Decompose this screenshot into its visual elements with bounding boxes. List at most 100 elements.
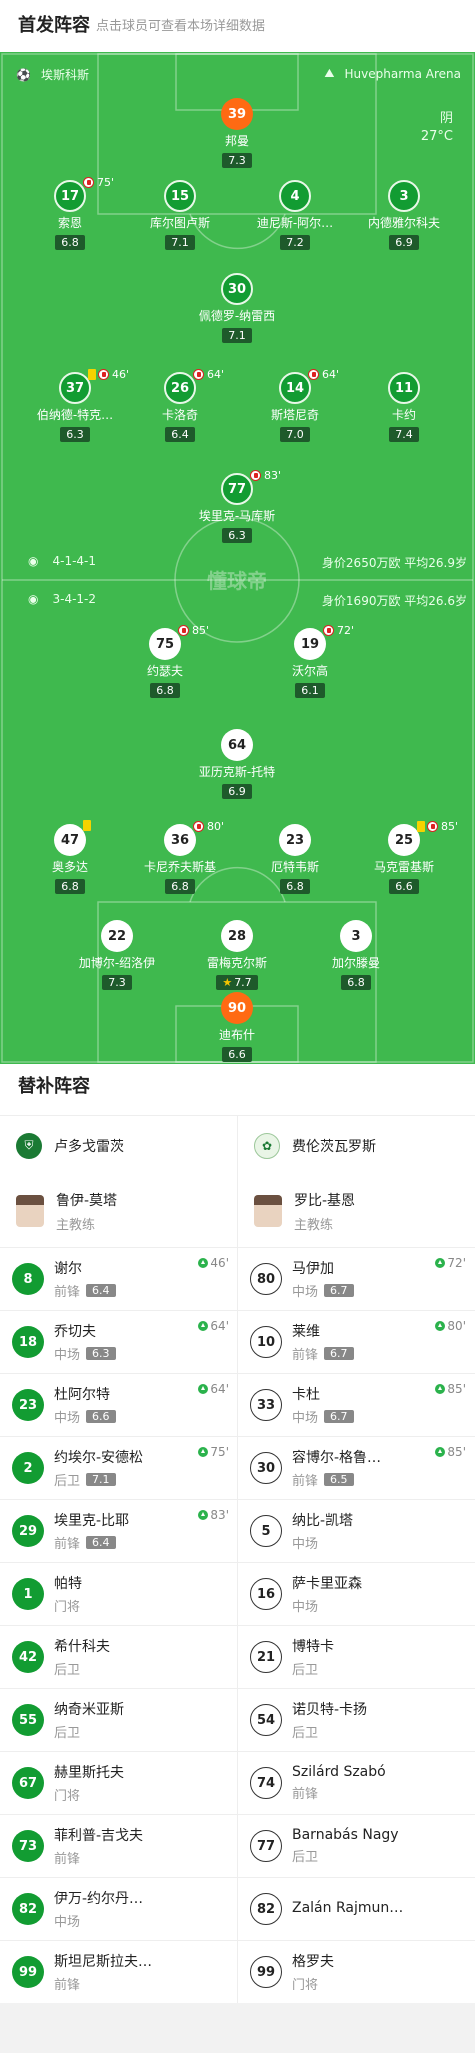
sub-rating: 6.5 — [324, 1473, 354, 1486]
home-player[interactable]: 4 迪尼斯-阿尔… 7.2 — [240, 180, 350, 250]
home-team-cell: ⛨ 卢多戈雷茨 — [0, 1116, 237, 1175]
home-player[interactable]: 3 内德雅尔科夫 6.9 — [349, 180, 459, 250]
sub-in-minute: 80' — [447, 1319, 466, 1333]
sub-in-icon — [198, 1447, 209, 1457]
away-player[interactable]: 28 雷梅克尔斯 ★ 7.7 — [182, 920, 292, 990]
away-sub-player[interactable]: 21 博特卡 后卫 — [237, 1626, 474, 1688]
home-sub-player[interactable]: 73 菲利普-吉戈夫 前锋 — [0, 1815, 237, 1877]
away-sub-player[interactable]: 30 容博尔-格鲁… 前锋 6.5 85' — [237, 1437, 474, 1499]
home-sub-player[interactable]: 23 杜阿尔特 中场 6.6 64' — [0, 1374, 237, 1436]
sub-position: 后卫 — [54, 1663, 81, 1678]
away-sub-player[interactable]: 10 莱维 前锋 6.7 80' — [237, 1311, 474, 1373]
home-formation: ◉ 4-1-4-1 — [28, 554, 97, 568]
substitution-icon — [98, 369, 109, 380]
away-crest-icon: ✿ — [254, 1132, 280, 1159]
player-rating: 7.3 — [222, 153, 252, 168]
player-number: 15 — [164, 180, 196, 212]
away-sub-player[interactable]: 82 Zalán Rajmun… — [237, 1878, 474, 1940]
player-event: 64' — [308, 368, 339, 381]
home-sub-player[interactable]: 2 约埃尔-安德松 后卫 7.1 75' — [0, 1437, 237, 1499]
sub-in-icon — [198, 1510, 209, 1520]
player-event: 80' — [193, 820, 224, 833]
sub-position: 门将 — [54, 1789, 81, 1804]
home-sub-player[interactable]: 55 纳奇米亚斯 后卫 — [0, 1689, 237, 1751]
home-player[interactable]: 77 83' 埃里克-马库斯 6.3 — [182, 469, 292, 543]
home-coach[interactable]: 鲁伊-莫塔 主教练 — [0, 1175, 237, 1247]
away-player[interactable]: 23 厄特韦斯 6.8 — [240, 824, 350, 894]
away-player[interactable]: 36 80' 卡尼乔夫斯基 6.8 — [125, 820, 235, 894]
home-sub-player[interactable]: 18 乔切夫 中场 6.3 64' — [0, 1311, 237, 1373]
away-sub-player[interactable]: 33 卡杜 中场 6.7 85' — [237, 1374, 474, 1436]
home-player[interactable]: 37 46' 伯纳德-特克… 6.3 — [20, 368, 130, 442]
away-sub-player[interactable]: 5 纳比-凯塔 中场 — [237, 1500, 474, 1562]
home-sub-player[interactable]: 99 斯坦尼斯拉夫… 前锋 — [0, 1941, 237, 2003]
home-sub-player[interactable]: 29 埃里克-比耶 前锋 6.4 83' — [0, 1500, 237, 1562]
home-sub-player[interactable]: 82 伊万-约尔丹… 中场 — [0, 1878, 237, 1940]
sub-position: 中场 — [292, 1285, 319, 1300]
away-coach[interactable]: 罗比-基恩 主教练 — [237, 1175, 474, 1247]
away-player[interactable]: 64 亚历克斯-托特 6.9 — [182, 729, 292, 799]
away-sub-player[interactable]: 77 Barnabás Nagy 后卫 — [237, 1815, 474, 1877]
player-rating: 7.4 — [389, 427, 419, 442]
player-name: 内德雅尔科夫 — [367, 216, 440, 230]
away-player[interactable]: 90 迪布什 6.6 — [182, 992, 292, 1062]
home-player[interactable]: 14 64' 斯塔尼奇 7.0 — [240, 368, 350, 442]
sub-name: 格罗夫 — [292, 1954, 334, 1970]
home-sub-player[interactable]: 1 帕特 门将 — [0, 1563, 237, 1625]
home-player[interactable]: 15 库尔图卢斯 7.1 — [125, 180, 235, 250]
home-sub-player[interactable]: 8 谢尔 前锋 6.4 46' — [0, 1248, 237, 1310]
player-name: 约瑟夫 — [146, 664, 183, 678]
sub-position: 后卫 — [54, 1726, 81, 1741]
player-rating: 6.8 — [55, 235, 85, 250]
sub-in-minute: 64' — [210, 1319, 229, 1333]
player-number: 75 — [149, 628, 181, 660]
sub-name: Zalán Rajmun… — [292, 1899, 404, 1916]
sub-in-indicator: 64' — [198, 1382, 229, 1396]
sub-name: Barnabás Nagy — [292, 1827, 399, 1843]
home-player[interactable]: 26 64' 卡洛奇 6.4 — [125, 368, 235, 442]
rating-value: 6.8 — [286, 880, 304, 893]
rating-value: 6.6 — [228, 1048, 246, 1061]
sub-in-minute: 64' — [210, 1382, 229, 1396]
star-icon: ★ — [222, 976, 233, 989]
away-sub-player[interactable]: 74 Szilárd Szabó 前锋 — [237, 1752, 474, 1814]
subs-panel: ⛨ 卢多戈雷茨 ✿ 费伦茨瓦罗斯 鲁伊-莫塔 主教练 罗比-基恩 主教练 8 谢尔… — [0, 1115, 475, 2003]
player-name: 马克雷基斯 — [373, 860, 434, 874]
away-sub-player[interactable]: 54 诺贝特-卡扬 后卫 — [237, 1689, 474, 1751]
home-player[interactable]: 39 邦曼 7.3 — [182, 98, 292, 168]
event-minute: 80' — [207, 820, 225, 833]
rating-value: 6.8 — [61, 880, 79, 893]
away-player[interactable]: 19 72' 沃尔高 6.1 — [255, 624, 365, 698]
home-player[interactable]: 11 卡约 7.4 — [349, 372, 459, 442]
player-name: 库尔图卢斯 — [149, 216, 210, 230]
home-crest-icon: ◉ — [28, 554, 39, 568]
away-player[interactable]: 22 加博尔-绍洛伊 7.3 — [62, 920, 172, 990]
away-sub-player[interactable]: 80 马伊加 中场 6.7 72' — [237, 1248, 474, 1310]
player-number: 28 — [221, 920, 253, 952]
substitution-icon — [308, 369, 319, 380]
home-player[interactable]: 30 佩德罗-纳雷西 7.1 — [182, 273, 292, 343]
player-name: 卡约 — [391, 408, 416, 422]
player-event: 46' — [88, 368, 129, 381]
coach-row: 鲁伊-莫塔 主教练 罗比-基恩 主教练 — [0, 1175, 475, 1247]
away-sub-player[interactable]: 16 萨卡里亚森 中场 — [237, 1563, 474, 1625]
sub-rating: 6.7 — [324, 1410, 354, 1423]
player-name: 迪尼斯-阿尔… — [256, 216, 334, 230]
away-player[interactable]: 3 加尔滕曼 6.8 — [301, 920, 411, 990]
sub-position: 中场 — [54, 1915, 81, 1930]
player-rating: 6.6 — [222, 1047, 252, 1062]
away-player[interactable]: 47 奥多达 6.8 — [15, 820, 125, 894]
sub-in-minute: 75' — [210, 1445, 229, 1459]
rating-value: 7.7 — [234, 976, 252, 989]
sub-position: 中场 — [292, 1537, 319, 1552]
home-sub-player[interactable]: 67 赫里斯托夫 门将 — [0, 1752, 237, 1814]
home-player[interactable]: 17 75' 索恩 6.8 — [15, 176, 125, 250]
rating-value: 6.4 — [171, 428, 189, 441]
player-name: 迪布什 — [218, 1028, 255, 1042]
away-player[interactable]: 25 85' 马克雷基斯 6.6 — [349, 820, 459, 894]
away-sub-player[interactable]: 99 格罗夫 门将 — [237, 1941, 474, 2003]
away-player[interactable]: 75 85' 约瑟夫 6.8 — [110, 624, 220, 698]
home-sub-player[interactable]: 42 希什科夫 后卫 — [0, 1626, 237, 1688]
rating-value: 6.8 — [347, 976, 365, 989]
substitution-icon — [193, 821, 204, 832]
